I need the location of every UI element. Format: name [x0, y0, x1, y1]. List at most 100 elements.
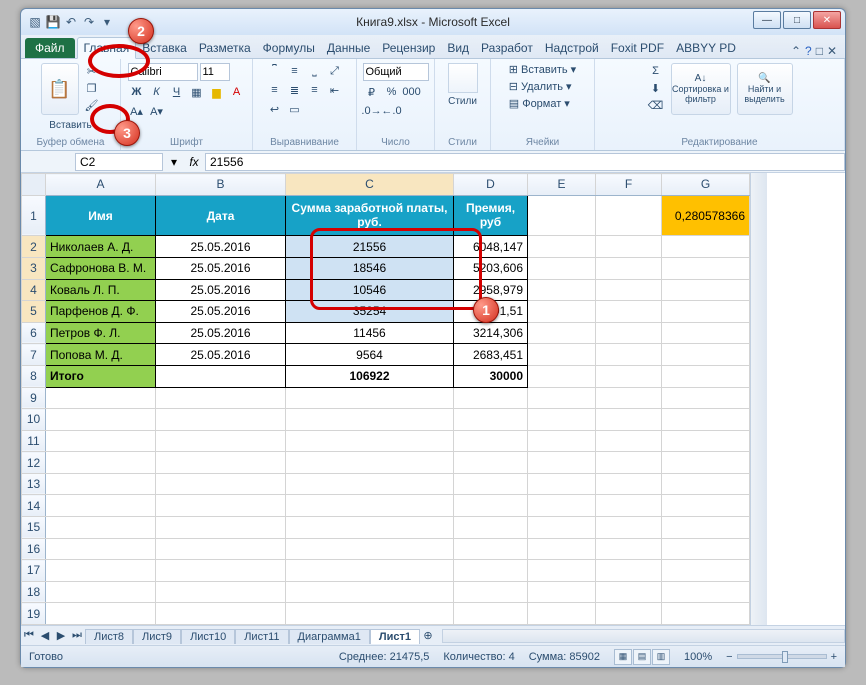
cell-G6[interactable] [662, 322, 750, 344]
tab-foxit[interactable]: Foxit PDF [605, 38, 670, 58]
cell-F19[interactable] [596, 603, 662, 625]
cell-E14[interactable] [528, 495, 596, 517]
cell-G1[interactable]: 0,280578366 [662, 195, 750, 236]
cell-D8[interactable]: 30000 [454, 365, 528, 387]
format-painter-icon[interactable]: 🖌 [83, 97, 101, 113]
cell-F11[interactable] [596, 430, 662, 452]
cell-F3[interactable] [596, 258, 662, 280]
decrease-font-icon[interactable]: A▾ [148, 103, 166, 119]
cell-B1[interactable]: Дата [156, 195, 286, 236]
cell-C13[interactable] [286, 473, 454, 495]
cell-A9[interactable] [46, 387, 156, 409]
percent-icon[interactable]: % [383, 84, 401, 100]
cell-D6[interactable]: 3214,306 [454, 322, 528, 344]
cell-B6[interactable]: 25.05.2016 [156, 322, 286, 344]
cell-G5[interactable] [662, 301, 750, 323]
cell-F10[interactable] [596, 409, 662, 431]
cell-E13[interactable] [528, 473, 596, 495]
format-cells-button[interactable]: ▤Формат▾ [509, 97, 570, 110]
sheet-tab-Лист8[interactable]: Лист8 [85, 629, 133, 644]
cell-A11[interactable] [46, 430, 156, 452]
delete-cells-button[interactable]: ⊟Удалить▾ [509, 80, 572, 93]
cell-F17[interactable] [596, 560, 662, 582]
select-all-corner[interactable] [22, 174, 46, 196]
redo-icon[interactable]: ↷ [81, 14, 97, 30]
comma-icon[interactable]: 000 [403, 84, 421, 100]
sheet-tab-Лист1[interactable]: Лист1 [370, 629, 420, 644]
tab-addins[interactable]: Надстрой [539, 38, 605, 58]
cell-D16[interactable] [454, 538, 528, 560]
clear-icon[interactable]: ⌫ [647, 97, 665, 113]
insert-cells-button[interactable]: ⊞Вставить▾ [509, 63, 576, 76]
cell-A13[interactable] [46, 473, 156, 495]
cell-C15[interactable] [286, 516, 454, 538]
cell-G17[interactable] [662, 560, 750, 582]
row-header-19[interactable]: 19 [22, 603, 46, 625]
tab-layout[interactable]: Разметка [193, 38, 257, 58]
vertical-scrollbar[interactable] [750, 173, 767, 625]
increase-font-icon[interactable]: A▴ [128, 103, 146, 119]
paste-button[interactable]: 📋 [41, 63, 79, 115]
cell-E2[interactable] [528, 236, 596, 258]
cell-C4[interactable]: 10546 [286, 279, 454, 301]
cell-C5[interactable]: 35254 [286, 301, 454, 323]
copy-icon[interactable]: ❐ [83, 80, 101, 96]
cell-D13[interactable] [454, 473, 528, 495]
cell-D7[interactable]: 2683,451 [454, 344, 528, 366]
cell-B16[interactable] [156, 538, 286, 560]
cell-E10[interactable] [528, 409, 596, 431]
cell-E6[interactable] [528, 322, 596, 344]
cell-B18[interactable] [156, 581, 286, 603]
wrap-text-icon[interactable]: ↩ [266, 101, 284, 117]
cell-G2[interactable] [662, 236, 750, 258]
row-header-8[interactable]: 8 [22, 365, 46, 387]
cell-D1[interactable]: Премия, руб [454, 195, 528, 236]
zoom-slider[interactable]: − + [726, 651, 837, 663]
indent-icon[interactable]: ⇤ [326, 82, 344, 98]
cell-F1[interactable] [596, 195, 662, 236]
autosum-icon[interactable]: Σ [647, 63, 665, 79]
cell-C11[interactable] [286, 430, 454, 452]
row-header-9[interactable]: 9 [22, 387, 46, 409]
sheet-nav-last-icon[interactable]: ⏭ [69, 629, 85, 642]
cell-D3[interactable]: 5203,606 [454, 258, 528, 280]
cell-C16[interactable] [286, 538, 454, 560]
sheet-tab-Лист10[interactable]: Лист10 [181, 629, 235, 644]
view-layout-icon[interactable]: ▤ [633, 649, 651, 665]
cell-D2[interactable]: 6048,147 [454, 236, 528, 258]
row-header-5[interactable]: 5 [22, 301, 46, 323]
cell-A2[interactable]: Николаев А. Д. [46, 236, 156, 258]
cell-D11[interactable] [454, 430, 528, 452]
cell-F14[interactable] [596, 495, 662, 517]
cell-C18[interactable] [286, 581, 454, 603]
cell-B2[interactable]: 25.05.2016 [156, 236, 286, 258]
cell-E3[interactable] [528, 258, 596, 280]
cell-B12[interactable] [156, 452, 286, 474]
cell-F16[interactable] [596, 538, 662, 560]
cell-F15[interactable] [596, 516, 662, 538]
underline-icon[interactable]: Ч [168, 84, 186, 100]
cell-F18[interactable] [596, 581, 662, 603]
cell-G14[interactable] [662, 495, 750, 517]
save-icon[interactable]: 💾 [45, 14, 61, 30]
cell-B19[interactable] [156, 603, 286, 625]
sheet-tab-Диаграмма1[interactable]: Диаграмма1 [289, 629, 370, 644]
find-select-button[interactable]: 🔍 Найти и выделить [737, 63, 793, 115]
namebox-dropdown-icon[interactable]: ▾ [165, 154, 183, 170]
cell-F2[interactable] [596, 236, 662, 258]
row-header-14[interactable]: 14 [22, 495, 46, 517]
row-header-18[interactable]: 18 [22, 581, 46, 603]
cell-D19[interactable] [454, 603, 528, 625]
align-bottom-icon[interactable]: ⎵ [306, 63, 324, 79]
cell-G16[interactable] [662, 538, 750, 560]
cell-G10[interactable] [662, 409, 750, 431]
cell-G15[interactable] [662, 516, 750, 538]
cell-F13[interactable] [596, 473, 662, 495]
cell-E12[interactable] [528, 452, 596, 474]
cell-B17[interactable] [156, 560, 286, 582]
cell-B7[interactable]: 25.05.2016 [156, 344, 286, 366]
cell-E11[interactable] [528, 430, 596, 452]
cell-B5[interactable]: 25.05.2016 [156, 301, 286, 323]
cell-E16[interactable] [528, 538, 596, 560]
sheet-nav-prev-icon[interactable]: ◀ [37, 629, 53, 642]
